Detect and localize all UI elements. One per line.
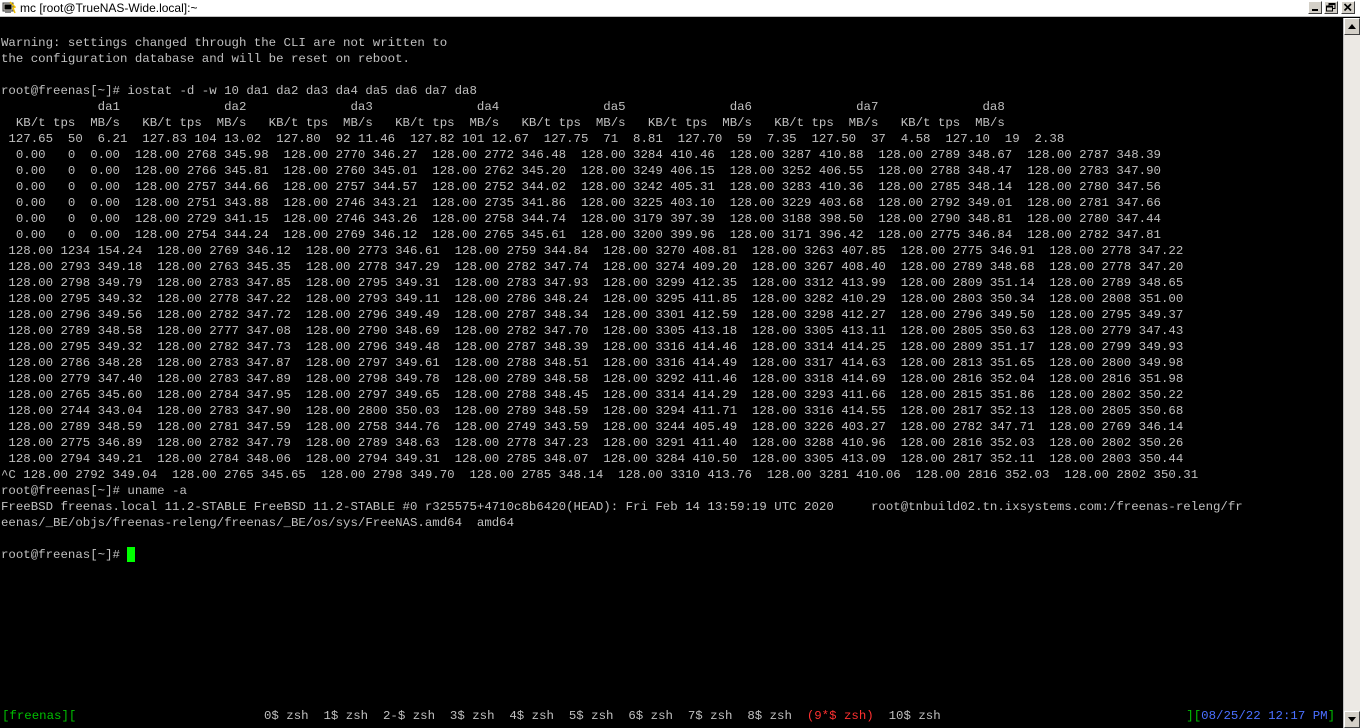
- minimize-icon: [1312, 9, 1318, 11]
- window-list-after[interactable]: 10$ zsh: [874, 709, 941, 723]
- close-icon: [1343, 3, 1352, 12]
- restore-button[interactable]: [1324, 1, 1338, 14]
- terminal-line: root@freenas[~]# uname -a: [1, 484, 187, 498]
- terminal-line: 128.00 2779 347.40 128.00 2783 347.89 12…: [1, 372, 1184, 386]
- status-clock: ][08/25/22 12:17 PM]: [1186, 708, 1335, 724]
- terminal-line: 127.65 50 6.21 127.83 104 13.02 127.80 9…: [1, 132, 1065, 146]
- terminal-line: 128.00 2789 348.58 128.00 2777 347.08 12…: [1, 324, 1184, 338]
- terminal-window: mc [root@TrueNAS-Wide.local]:~ Warning: …: [0, 0, 1360, 728]
- terminal-line: 128.00 2744 343.04 128.00 2783 347.90 12…: [1, 404, 1184, 418]
- window-list-before[interactable]: 0$ zsh 1$ zsh 2-$ zsh 3$ zsh 4$ zsh 5$ z…: [264, 709, 807, 723]
- terminal-line: 0.00 0 0.00 128.00 2768 345.98 128.00 27…: [1, 148, 1161, 162]
- terminal-line: 128.00 2795 349.32 128.00 2782 347.73 12…: [1, 340, 1184, 354]
- terminal-line: 128.00 1234 154.24 128.00 2769 346.12 12…: [1, 244, 1184, 258]
- window-title: mc [root@TrueNAS-Wide.local]:~: [20, 1, 198, 15]
- clock-datetime: 08/25/22 12:17 PM: [1201, 709, 1328, 723]
- title-bar[interactable]: mc [root@TrueNAS-Wide.local]:~: [0, 0, 1360, 17]
- session-name: [freenas][: [2, 709, 77, 723]
- terminal-line: KB/t tps MB/s KB/t tps MB/s KB/t tps MB/…: [1, 116, 1005, 130]
- tmux-status-bar: [freenas][ 0$ zsh 1$ zsh 2-$ zsh 3$ zsh …: [0, 708, 1343, 724]
- vertical-scrollbar[interactable]: [1343, 18, 1360, 728]
- terminal-line: 128.00 2794 349.21 128.00 2784 348.06 12…: [1, 452, 1184, 466]
- scroll-up-button[interactable]: [1344, 18, 1360, 35]
- terminal-line: 128.00 2789 348.59 128.00 2781 347.59 12…: [1, 420, 1184, 434]
- terminal-line: the configuration database and will be r…: [1, 52, 410, 66]
- scroll-down-button[interactable]: [1344, 711, 1360, 728]
- shell-prompt: root@freenas[~]#: [1, 548, 128, 562]
- terminal-line: 0.00 0 0.00 128.00 2729 341.15 128.00 27…: [1, 212, 1161, 226]
- terminal-area[interactable]: Warning: settings changed through the CL…: [0, 18, 1343, 728]
- clock-open-bracket: ][: [1186, 709, 1202, 723]
- terminal-line: 128.00 2795 349.32 128.00 2778 347.22 12…: [1, 292, 1184, 306]
- minimize-button[interactable]: [1308, 1, 1322, 14]
- terminal-line: eenas/_BE/objs/freenas-releng/freenas/_B…: [1, 516, 515, 530]
- clock-close-bracket: ]: [1327, 709, 1335, 723]
- terminal-line: 128.00 2775 346.89 128.00 2782 347.79 12…: [1, 436, 1184, 450]
- restore-icon: [1326, 3, 1336, 12]
- text-cursor: [127, 547, 136, 562]
- putty-terminal-icon[interactable]: [2, 1, 17, 15]
- terminal-line: ^C 128.00 2792 349.04 128.00 2765 345.65…: [1, 468, 1199, 482]
- active-window[interactable]: (9*$ zsh): [807, 709, 874, 723]
- prompt-line[interactable]: root@freenas[~]#: [1, 547, 1243, 563]
- terminal-line: 128.00 2798 349.79 128.00 2783 347.85 12…: [1, 276, 1184, 290]
- window-list[interactable]: 0$ zsh 1$ zsh 2-$ zsh 3$ zsh 4$ zsh 5$ z…: [264, 708, 941, 724]
- terminal-line: FreeBSD freenas.local 11.2-STABLE FreeBS…: [1, 500, 1243, 514]
- terminal-line: 0.00 0 0.00 128.00 2751 343.88 128.00 27…: [1, 196, 1161, 210]
- terminal-line: 128.00 2793 349.18 128.00 2763 345.35 12…: [1, 260, 1184, 274]
- arrow-down-icon: [1348, 717, 1356, 722]
- terminal-output: Warning: settings changed through the CL…: [1, 35, 1243, 563]
- terminal-line: 0.00 0 0.00 128.00 2754 344.24 128.00 27…: [1, 228, 1161, 242]
- terminal-line: root@freenas[~]# iostat -d -w 10 da1 da2…: [1, 84, 477, 98]
- terminal-line: 128.00 2765 345.60 128.00 2784 347.95 12…: [1, 388, 1184, 402]
- terminal-line: da1 da2 da3 da4 da5 da6 da7 da8: [1, 100, 1005, 114]
- close-button[interactable]: [1341, 1, 1355, 14]
- terminal-line: 0.00 0 0.00 128.00 2757 344.66 128.00 27…: [1, 180, 1161, 194]
- terminal-line: Warning: settings changed through the CL…: [1, 36, 448, 50]
- terminal-line: 128.00 2786 348.28 128.00 2783 347.87 12…: [1, 356, 1184, 370]
- arrow-up-icon: [1348, 24, 1356, 29]
- terminal-line: 0.00 0 0.00 128.00 2766 345.81 128.00 27…: [1, 164, 1161, 178]
- terminal-line: 128.00 2796 349.56 128.00 2782 347.72 12…: [1, 308, 1184, 322]
